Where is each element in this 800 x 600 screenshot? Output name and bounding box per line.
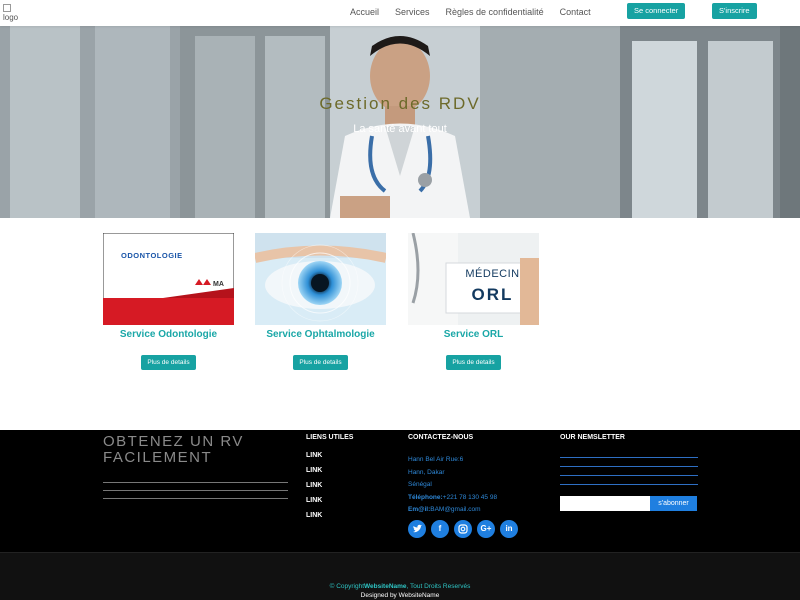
nav-link-privacy[interactable]: Règles de confidentialité — [446, 7, 544, 17]
service-card-ophtalmologie: Service Ophtalmologie Plus de details — [255, 233, 386, 370]
orl-image-label-2: ORL — [471, 285, 514, 304]
footer-placeholder-lines — [103, 482, 288, 506]
linkedin-icon[interactable]: in — [500, 520, 518, 538]
useful-links-list: LINK LINK LINK LINK LINK — [306, 452, 322, 527]
contact-info: Hann Bel Air Rue:6 Hann, Dakar Sénégal T… — [408, 454, 497, 517]
hero-banner: Gestion des RDV La santé avant tout — [0, 26, 800, 218]
footer-link[interactable]: LINK — [306, 482, 322, 489]
newsletter-placeholder-lines — [560, 457, 698, 493]
designed-by: Designed by WebsiteName — [360, 592, 440, 599]
email-line: Em@il:BAM@gmail.com — [408, 504, 497, 517]
signup-button[interactable]: S'inscrire — [712, 3, 757, 19]
service-card-odontologie: MA ODONTOLOGIE Service Odontologie Plus … — [103, 233, 234, 370]
service-card-orl: MÉDECIN ORL Service ORL Plus de details — [408, 233, 539, 370]
email-value: BAM@gmail.com — [430, 506, 481, 513]
useful-links-heading: LIENS UTILES — [306, 434, 354, 441]
footer-link[interactable]: LINK — [306, 512, 322, 519]
details-button-orl[interactable]: Plus de details — [446, 355, 501, 370]
login-button[interactable]: Se connecter — [627, 3, 686, 19]
newsletter-heading: OUR NEMSLETTER — [560, 434, 625, 441]
address-line: Hann Bel Air Rue:6 — [408, 456, 464, 463]
hero-subtitle: La santé avant tout — [353, 123, 447, 135]
bottom-bar: © CopyrightWebsiteName, Tout Droits Rese… — [0, 552, 800, 600]
nav-link-accueil[interactable]: Accueil — [350, 7, 379, 17]
service-title: Service Ophtalmologie — [266, 329, 375, 340]
instagram-icon[interactable] — [454, 520, 472, 538]
copyright-text: © CopyrightWebsiteName, Tout Droits Rese… — [329, 583, 471, 590]
footer-link[interactable]: LINK — [306, 452, 322, 459]
facebook-icon[interactable]: f — [431, 520, 449, 538]
phone-label: Téléphone: — [408, 493, 443, 501]
footer-tagline: OBTENEZ UN RV FACILEMENT — [103, 433, 244, 466]
hero-background-image — [0, 26, 800, 218]
nav-link-services[interactable]: Services — [395, 7, 430, 17]
address-line: Sénégal — [408, 481, 432, 488]
nav-link-contact[interactable]: Contact — [560, 7, 591, 17]
details-button-ophtalmologie[interactable]: Plus de details — [293, 355, 348, 370]
orl-image-label-1: MÉDECIN — [465, 268, 520, 280]
footer-link[interactable]: LINK — [306, 467, 322, 474]
svg-text:MA: MA — [213, 281, 224, 288]
logo-image[interactable]: logo — [3, 4, 23, 22]
odontologie-image-label: ODONTOLOGIE — [121, 251, 183, 260]
broken-image-icon — [3, 4, 11, 12]
orl-image: MÉDECIN ORL — [408, 233, 539, 325]
details-button-odontologie[interactable]: Plus de details — [141, 355, 196, 370]
address-line: Hann, Dakar — [408, 468, 445, 476]
nav-links: Accueil Services Règles de confidentiali… — [350, 7, 607, 17]
service-title: Service Odontologie — [119, 329, 218, 340]
odontologie-image: MA ODONTOLOGIE — [103, 233, 234, 325]
ophtalmologie-image — [255, 233, 386, 325]
subscribe-button[interactable]: s'abonner — [650, 496, 697, 511]
email-label: Em@il: — [408, 506, 431, 513]
google-plus-icon[interactable]: G+ — [477, 520, 495, 538]
social-links: f G+ in — [408, 520, 523, 538]
hero-title: Gestion des RDV — [319, 94, 481, 113]
phone-line: Téléphone:+221 78 130 45 98 — [408, 492, 497, 505]
service-title: Service ORL — [443, 329, 504, 340]
footer-link[interactable]: LINK — [306, 497, 322, 504]
twitter-icon[interactable] — [408, 520, 426, 538]
footer: OBTENEZ UN RV FACILEMENT LIENS UTILES LI… — [0, 430, 800, 552]
contact-heading: CONTACTEZ-NOUS — [408, 434, 474, 441]
navbar: logo Accueil Services Règles de confiden… — [0, 0, 800, 26]
phone-value: +221 78 130 45 98 — [442, 493, 498, 501]
newsletter-email-input[interactable] — [560, 496, 650, 511]
